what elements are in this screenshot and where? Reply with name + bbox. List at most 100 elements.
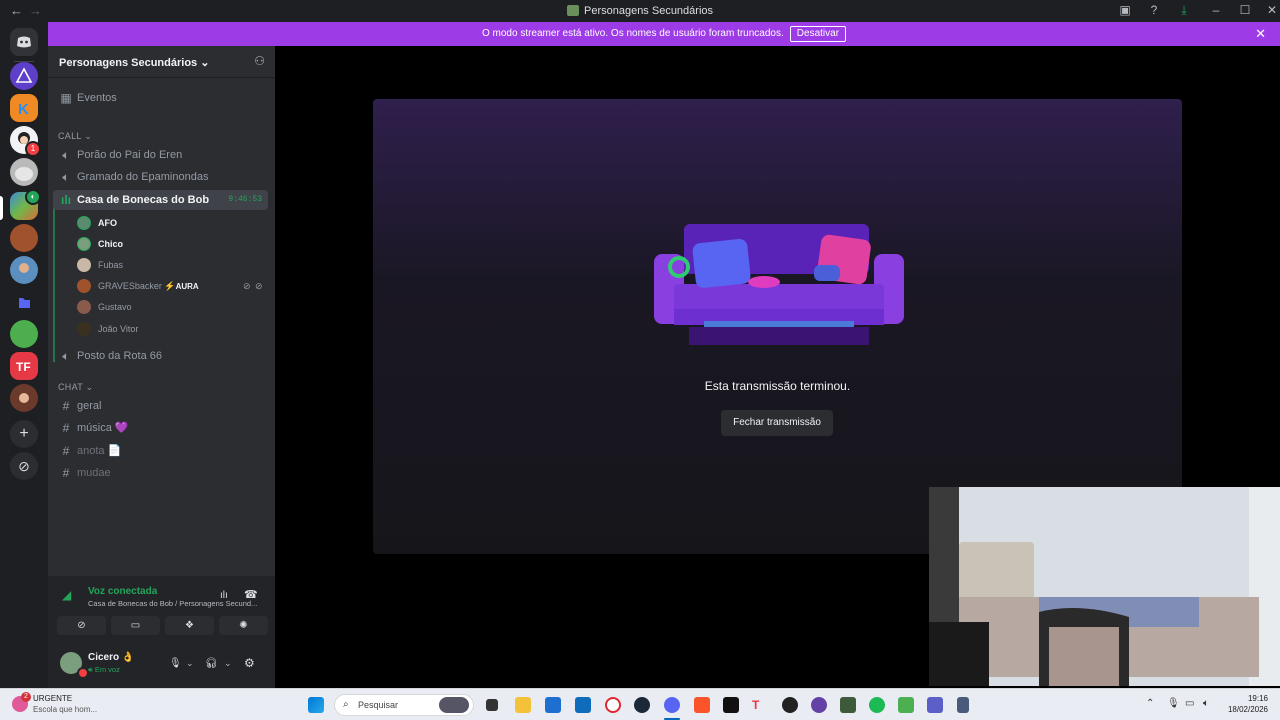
guild-header[interactable]: Personagens Secundários ⌄ ⚇ — [48, 46, 275, 78]
teams-icon[interactable] — [927, 697, 943, 713]
voice-channel[interactable]: 🔈︎ Gramado do Epaminondas — [53, 167, 268, 187]
text-channel[interactable]: # mudae — [53, 463, 268, 483]
voice-channel[interactable]: 🔈︎ Posto da Rota 66 — [53, 346, 268, 366]
voice-channel-active[interactable]: ılı Casa de Bonecas do Bob 9:46:53 — [53, 190, 268, 210]
hash-icon: # — [62, 399, 70, 413]
server-icon-avatar[interactable] — [10, 256, 38, 284]
volume-icon[interactable]: 🔈︎ — [1203, 698, 1209, 709]
call-timer: 9:46:53 — [228, 195, 262, 204]
noise-suppression-icon[interactable]: ılı — [220, 590, 228, 601]
close-banner-icon[interactable]: ✕ — [1255, 22, 1266, 46]
avatar — [77, 216, 91, 230]
voice-location[interactable]: Casa de Bonecas do Bob / Personagens Sec… — [88, 599, 257, 608]
bedroom-webcam-image — [929, 487, 1280, 686]
tiktok-studio-icon[interactable]: T — [752, 697, 768, 713]
hash-icon: # — [62, 466, 70, 480]
text-channel[interactable]: # anota 📄 — [53, 441, 268, 461]
tray-chevron-icon[interactable]: ⌃ — [1146, 698, 1154, 709]
twitch-app-icon[interactable] — [811, 697, 827, 713]
server-icon-tf[interactable]: TF — [10, 352, 38, 380]
add-server-icon[interactable]: + — [10, 420, 38, 448]
calendar-icon: ▦ — [60, 91, 72, 105]
steam-icon[interactable] — [634, 697, 650, 713]
clock-time[interactable]: 19:16 — [1248, 694, 1268, 703]
outlook-icon[interactable] — [575, 697, 591, 713]
news-subtitle[interactable]: Escola que hom... — [33, 705, 97, 714]
server-icon-yoshi[interactable] — [10, 320, 38, 348]
windows-start-icon[interactable] — [308, 697, 324, 713]
minecraft-icon[interactable] — [898, 697, 914, 713]
disable-streamer-button[interactable]: Desativar — [789, 26, 847, 42]
user-name[interactable]: Cicero 👌 — [88, 652, 134, 663]
folder-icon[interactable] — [10, 288, 38, 316]
taskbar-search[interactable]: ⌕ Pesquisar — [334, 694, 474, 716]
network-icon[interactable]: ▭ — [1185, 698, 1194, 709]
events-item[interactable]: ▦ Eventos — [53, 88, 268, 108]
server-icon-anime[interactable]: 1 — [10, 126, 41, 157]
avatar — [77, 258, 91, 272]
game-app-icon[interactable] — [840, 697, 856, 713]
sofa-illustration — [654, 224, 904, 345]
audio-options-chevron-icon[interactable]: ⌄ — [224, 658, 232, 669]
soundboard-button[interactable]: ✺ — [219, 616, 268, 635]
download-icon[interactable]: ⤓ — [1175, 3, 1193, 18]
file-explorer-icon[interactable] — [515, 697, 531, 713]
maximize-icon[interactable]: ☐ — [1236, 3, 1254, 17]
server-icon-seal[interactable] — [10, 158, 38, 186]
server-icon-orange[interactable] — [10, 224, 38, 252]
activities-button[interactable]: ❖ — [165, 616, 214, 635]
text-channel[interactable]: # música 💜 — [53, 418, 268, 438]
member-tag: AURA — [175, 282, 199, 291]
media-app-icon[interactable] — [782, 697, 798, 713]
speaker-icon: 🔈︎ — [62, 148, 70, 162]
voice-member[interactable]: GRAVESbacker ⚡AURA ⊘ ⊘ — [77, 276, 267, 296]
shield-app-icon[interactable] — [957, 697, 969, 713]
invite-people-icon[interactable]: ⚇ — [254, 54, 265, 68]
category-chat[interactable]: CHAT ⌄ — [58, 382, 94, 393]
search-placeholder: Pesquisar — [358, 700, 399, 710]
stream-ended-card: Esta transmissão terminou. Fechar transm… — [373, 99, 1182, 554]
close-stream-button[interactable]: Fechar transmissão — [721, 410, 833, 436]
camera-preview[interactable] — [929, 487, 1280, 686]
hash-icon: # — [62, 421, 70, 435]
category-call[interactable]: CALL ⌄ — [58, 131, 92, 142]
brave-icon[interactable] — [694, 697, 710, 713]
discord-home-icon[interactable] — [10, 28, 38, 56]
camera-off-button[interactable]: ⊘ — [57, 616, 106, 635]
store-icon[interactable] — [545, 697, 561, 713]
voice-channel[interactable]: 🔈︎ Porão do Pai do Eren — [53, 145, 268, 165]
server-icon-k[interactable]: K — [10, 94, 38, 122]
clock-date[interactable]: 18/02/2026 — [1228, 705, 1268, 714]
mic-options-chevron-icon[interactable]: ⌄ — [186, 658, 194, 669]
discord-taskbar-icon[interactable] — [664, 697, 680, 713]
text-channel[interactable]: # geral — [53, 396, 268, 416]
disconnect-icon[interactable]: ☎ — [244, 588, 258, 601]
avatar — [77, 237, 91, 251]
tiktok-icon[interactable] — [723, 697, 739, 713]
lightning-icon: ⚡ — [164, 281, 176, 291]
share-screen-button[interactable]: ▭ — [111, 616, 160, 635]
tray-mic-icon[interactable]: 🎙︎ — [1167, 698, 1180, 709]
chevron-down-icon: ⌄ — [200, 57, 210, 69]
news-badge: 2 — [21, 692, 31, 702]
task-view-icon[interactable] — [486, 699, 498, 711]
search-highlight-icon — [439, 697, 469, 713]
explore-icon[interactable]: ⊘ — [10, 452, 38, 480]
minimize-icon[interactable]: – — [1207, 3, 1225, 17]
server-icon-personagens[interactable]: ◐ — [10, 189, 41, 220]
help-icon[interactable]: ? — [1145, 3, 1163, 17]
close-window-icon[interactable]: ✕ — [1263, 3, 1280, 17]
speaker-icon: 🔈︎ — [62, 170, 70, 184]
headphones-icon[interactable]: 🎧︎ — [205, 658, 218, 669]
guild-name: Personagens Secundários ⌄ — [59, 57, 210, 69]
server-icon-triangle[interactable] — [10, 62, 38, 90]
spotify-icon[interactable] — [869, 697, 885, 713]
news-title[interactable]: URGENTE — [33, 694, 72, 703]
server-icon-girl[interactable] — [10, 384, 38, 412]
microphone-icon[interactable]: 🎙︎ — [169, 658, 182, 669]
inbox-icon[interactable]: ▣ — [1116, 3, 1134, 17]
avatar — [77, 322, 91, 336]
settings-gear-icon[interactable]: ⚙ — [244, 656, 255, 670]
opera-icon[interactable] — [605, 697, 621, 713]
voice-status[interactable]: Voz conectada — [88, 586, 157, 597]
